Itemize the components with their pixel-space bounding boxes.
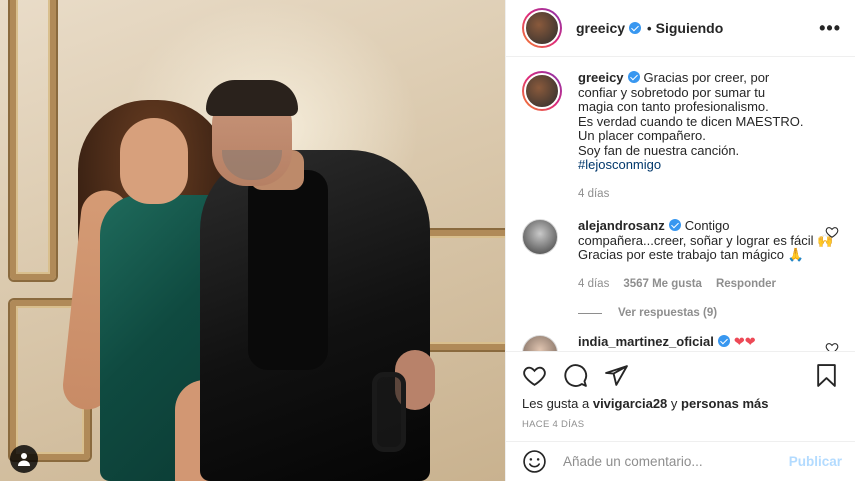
post-time[interactable]: HACE 4 DÍAS (522, 419, 839, 430)
verified-badge-icon (629, 22, 642, 34)
hashtag-link[interactable]: #lejosconmigo (578, 157, 661, 172)
caption-username[interactable]: greeicy (578, 70, 624, 85)
likes-others-link[interactable]: personas más (681, 396, 768, 411)
caption-meta: 4 días (578, 187, 839, 202)
man-hair (206, 80, 298, 116)
likes-middle: y (670, 396, 678, 411)
caption-line: Es verdad cuando te dicen MAESTRO. (578, 113, 804, 129)
comment-username[interactable]: alejandrosanz (578, 218, 665, 233)
post-header: greeicy • Siguiendo ••• (506, 0, 855, 57)
caption-line: Gracias por creer, por (643, 70, 770, 85)
instagram-post-view: greeicy • Siguiendo ••• greeicy Gracias p… (0, 0, 855, 481)
comment-likes[interactable]: 3567 Me gusta (623, 277, 702, 292)
comment-time[interactable]: 4 días (578, 277, 609, 292)
comment-text: ❤❤ (733, 334, 756, 349)
likes-summary: Les gusta a vivigarcia28 y personas más (522, 396, 839, 411)
post-side-panel: greeicy • Siguiendo ••• greeicy Gracias p… (505, 0, 855, 481)
woman-face (120, 118, 188, 204)
reply-button[interactable]: Responder (716, 277, 776, 292)
replies-line (578, 312, 602, 314)
caption-line: Soy fan de nuestra canción. (578, 142, 740, 158)
caption: greeicy Gracias por creer, por confiar y … (522, 70, 839, 202)
post-photo[interactable] (0, 0, 505, 481)
view-replies-label: Ver respuestas (9) (618, 307, 718, 319)
separator-dot: • (647, 20, 652, 36)
comment-icon[interactable] (563, 363, 588, 388)
comments-list[interactable]: greeicy Gracias por creer, por confiar y … (506, 57, 855, 351)
comment-username[interactable]: india_martinez_oficial (578, 334, 714, 349)
emoji-icon[interactable] (522, 449, 547, 474)
liked-by-user[interactable]: vivigarcia28 (593, 396, 667, 411)
caption-time[interactable]: 4 días (578, 187, 609, 202)
action-icons (522, 362, 839, 388)
share-icon[interactable] (604, 363, 629, 388)
sunglasses (372, 372, 406, 452)
comment-item: alejandrosanz Contigo compañera...creer, … (522, 218, 839, 292)
more-options-icon[interactable]: ••• (819, 18, 841, 39)
comment-item: india_martinez_oficial ❤❤ (522, 334, 839, 351)
author-username[interactable]: greeicy (576, 20, 625, 36)
user-tag-icon (18, 453, 30, 466)
caption-line: magia con tanto profesionalismo. (578, 99, 769, 114)
add-comment-bar: Publicar (506, 441, 855, 481)
user-tag-button[interactable] (10, 445, 38, 473)
comment-like-heart-icon[interactable] (825, 225, 839, 239)
verified-badge-icon (627, 71, 640, 83)
caption-line: confiar y sobretodo por sumar tu (578, 84, 766, 100)
verified-badge-icon (668, 219, 681, 231)
view-replies-button[interactable]: Ver respuestas (9) (578, 307, 839, 319)
caption-line: Un placer compañero. (578, 128, 706, 143)
commenter-avatar[interactable] (522, 335, 558, 351)
verified-badge-icon (717, 335, 730, 347)
comment-input[interactable] (563, 454, 789, 469)
caption-avatar[interactable] (522, 71, 562, 111)
comment-like-heart-icon[interactable] (825, 341, 839, 351)
likes-prefix: Les gusta a (522, 396, 590, 411)
publish-button[interactable]: Publicar (789, 454, 842, 469)
black-shirt (248, 170, 328, 370)
heart-icon[interactable] (522, 363, 547, 388)
bookmark-icon[interactable] (814, 363, 839, 388)
following-button[interactable]: Siguiendo (656, 20, 724, 36)
comment-meta: 4 días 3567 Me gusta Responder (578, 277, 839, 292)
author-avatar[interactable] (522, 8, 562, 48)
wall-molding (10, 0, 56, 280)
commenter-avatar[interactable] (522, 219, 558, 255)
